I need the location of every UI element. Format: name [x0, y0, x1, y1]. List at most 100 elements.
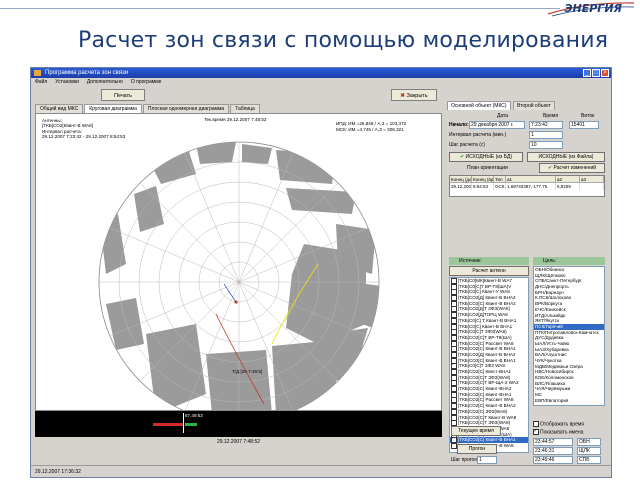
interval-field[interactable]: 1	[529, 131, 563, 139]
start-orbit-field[interactable]: 15401	[569, 121, 599, 129]
station-marker	[234, 300, 238, 304]
menu-file[interactable]: Файл	[35, 78, 47, 86]
view-tabs: Общий вид МКС Круговая диаграмма Плоская…	[35, 104, 261, 113]
table-cell: ОСК	[495, 183, 506, 190]
sources-header: Источник:	[449, 257, 529, 265]
forecast-step-label: Шаг прогона	[451, 457, 480, 463]
source-label: [ТКБ]СО2[С] Квант-В ВНА2	[458, 403, 516, 409]
orientation-label: План ориентации	[467, 165, 508, 171]
column-header: Конец (дата)	[450, 176, 472, 183]
source-label: [ТКБ]С0[С]Т ЗФЗ(WA8)	[458, 329, 507, 335]
calc-changes-button[interactable]: ✔ Расчет изменений	[539, 163, 605, 173]
show-names-option[interactable]: Показывать имена	[533, 428, 584, 436]
table-cell: 8:54:53	[472, 183, 494, 190]
table-cell	[580, 183, 604, 190]
forecast-button[interactable]: Прогон	[457, 444, 497, 454]
initial-file-button[interactable]: ИСХОДНЫЕ (из Файла)	[527, 152, 605, 162]
timeline-marker-label: 67,49:52	[185, 413, 203, 418]
time-field-2[interactable]: 23:46:31	[533, 447, 573, 455]
source-checkbox[interactable]	[451, 437, 457, 443]
logo-text: ЭНЕРГИЯ	[564, 2, 622, 15]
show-names-checkbox[interactable]	[533, 428, 539, 435]
slide-title: Расчет зон связи с помощью моделирования	[78, 28, 609, 53]
table-cell: 1,68740387,-177,76	[506, 183, 556, 190]
targets-list[interactable]: ОБН/Обнинск ЩЛК/Щёлково СПБ/Санкт-Петербур…	[533, 266, 605, 406]
source-label: [ТКБ]СО2[Д]ТОРЦ WA8	[458, 312, 508, 318]
source-label: [ТКБ]С0[С] Квант-В ВНА1	[458, 323, 513, 329]
targets-label: Цель:	[543, 258, 557, 264]
app-window: Программа расчета зон связи _ □ × Файл У…	[30, 67, 612, 478]
start-time-field[interactable]: 7:23:42	[529, 121, 563, 129]
current-time-button[interactable]: Текущее время	[451, 426, 501, 436]
time-header: Время	[543, 113, 559, 119]
tab-flat[interactable]: Плоская одномерная диаграмма	[142, 104, 230, 113]
source-label: [ТКБ]СО2[С]Т ЗФЗ(WA8)	[458, 420, 511, 426]
timeline-green-segment	[185, 423, 197, 426]
source-label: [ТКБ]С0[МК]Квинт-В WA7	[458, 278, 512, 284]
source-label: [ТКБ]СО2[С]Т Квант-В WA8	[458, 414, 517, 420]
menu-about[interactable]: О программе	[131, 78, 162, 86]
tab-main-object[interactable]: Основной объект (МКС)	[447, 101, 511, 110]
sources-label: Источник:	[459, 258, 482, 264]
display-time-option[interactable]: Отображать время	[533, 421, 584, 427]
station-field-2[interactable]: ЩЛК	[577, 447, 601, 455]
initial-db-button[interactable]: ✔ ИСХОДНЫЕ (из БД)	[449, 152, 523, 162]
initial-file-label: ИСХОДНЫЕ (из Файла)	[538, 154, 594, 160]
station-field-1[interactable]: ОБН	[577, 438, 601, 446]
timeline-time: 29.12.2007 7:48:52	[216, 439, 261, 445]
tab-table[interactable]: Таблица	[230, 104, 260, 113]
menu-settings[interactable]: Установки	[55, 78, 79, 86]
circular-diagram[interactable]: Антенны: [ТКБ]СО2[Квинт-В WA8] Интервал …	[35, 113, 442, 411]
time-field-1[interactable]: 23:44:57	[533, 438, 573, 446]
initial-db-label: ИСХОДНЫЕ (из БД)	[465, 154, 513, 160]
maximize-icon[interactable]: □	[592, 69, 600, 77]
column-header: a2	[556, 176, 580, 183]
station-field-3[interactable]: СПБ	[577, 456, 601, 464]
menu-extra[interactable]: Дополнительно	[87, 78, 123, 86]
source-label: [ТКБ]С0[С] Квант-У WA8	[458, 289, 510, 295]
source-label: [ТКБ]СО2[С] Рассвет WA8	[458, 397, 514, 403]
tab-second-object[interactable]: Второй объект	[513, 101, 555, 110]
source-label: [ТКБ]С0[С]Т ВР-Т8(ША)V	[458, 283, 512, 289]
source-label: [ТКБ]СО2[С] Квинт-В ВНА1	[458, 346, 516, 352]
start-date-field[interactable]: 29 декабря 2007 г.	[469, 121, 525, 129]
display-time-checkbox[interactable]	[533, 421, 539, 427]
source-checkbox[interactable]	[451, 351, 457, 358]
source-checkbox[interactable]	[451, 363, 457, 369]
print-button[interactable]: Печать	[101, 89, 145, 101]
tab-circular[interactable]: Круговая диаграмма	[84, 104, 142, 113]
close-window-button[interactable]: ✖ Закрыть	[391, 89, 437, 101]
timeline-red-segment	[153, 423, 183, 426]
tab-overview[interactable]: Общий вид МКС	[35, 104, 84, 113]
calc-changes-label: Расчет изменений	[553, 165, 597, 171]
step-field[interactable]: 10	[529, 141, 563, 149]
column-header: a3	[580, 176, 604, 183]
column-header: Тип	[494, 176, 506, 183]
calc-antennas-label: Расчет антенн	[472, 268, 506, 274]
timeline-marker	[183, 413, 184, 433]
source-label: [ТКБ]С0[С] Т Квант-В ВНА1	[458, 318, 517, 324]
show-names-label: Показывать имена	[540, 429, 584, 436]
source-label: [ТКБ]СО2[С] Квинт-ВНА2	[458, 386, 512, 392]
polar-grid	[98, 141, 380, 410]
table-cell: 6,9259	[556, 183, 580, 190]
print-button-label: Печать	[113, 93, 133, 99]
source-label: [ТКБ]СО2[С] Квест-ВНА1	[458, 369, 512, 375]
minimize-icon[interactable]: _	[583, 69, 591, 77]
source-label: [ТКБ]СО2[С] Рассвет WA8	[458, 340, 514, 346]
app-icon	[34, 70, 41, 76]
forecast-step-field[interactable]: 1	[477, 456, 497, 464]
orientation-table[interactable]: Конец (дата) Конец (время) Тип a1 a2 a3 …	[449, 175, 605, 197]
orbit-header: Виток	[581, 113, 595, 119]
date-header: Дата	[497, 113, 509, 119]
source-label: [ТКБ]СО2[С]Т ВР-Т8(ША)	[458, 335, 512, 341]
calc-antennas-button[interactable]: Расчет антенн	[449, 266, 529, 276]
table-row[interactable]: 29.12.2007 8:54:53 ОСК 1,68740387,-177,7…	[450, 183, 604, 190]
window-titlebar: Программа расчета зон связи _ □ ×	[31, 68, 611, 78]
target-item[interactable]: ЕВП/Евпатория	[534, 398, 604, 404]
time-field-3[interactable]: 23:49:46	[533, 456, 573, 464]
timeline-bar[interactable]: 67,49:52	[35, 411, 442, 437]
source-label: [ТКБ]СО2[С] Квант-В ВНА1	[458, 437, 516, 443]
interval-label: Интервал расчета (мин.)	[449, 132, 507, 138]
close-icon[interactable]: ×	[601, 69, 609, 77]
